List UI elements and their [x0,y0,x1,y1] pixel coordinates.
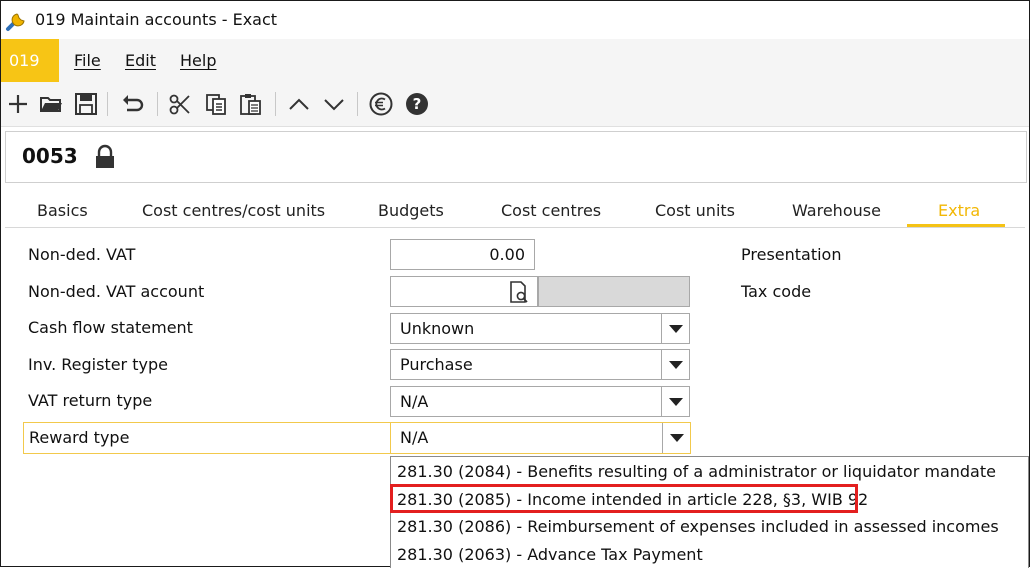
lock-icon [94,144,116,170]
reward-type-select[interactable]: N/A [390,422,691,454]
arrow-down-icon[interactable] [321,91,347,117]
highlight-box [390,484,858,513]
toolbar-divider [275,92,276,116]
non-ded-vat-account-input[interactable] [390,276,538,307]
menu-edit[interactable]: Edit [125,51,156,70]
toolbar-divider [357,92,358,116]
vat-return-label: VAT return type [28,391,153,410]
chevron-down-icon[interactable] [661,387,689,416]
reward-type-label: Reward type [29,428,130,447]
list-item[interactable]: 281.30 (2086) - Reimbursement of expense… [397,517,999,536]
menu-bar: 019 File Edit Help [1,39,1029,82]
menu-help[interactable]: Help [180,51,216,70]
paste-icon[interactable] [238,91,264,117]
vat-return-value: N/A [400,392,429,411]
arrow-up-icon[interactable] [286,91,312,117]
vat-return-select[interactable]: N/A [390,386,690,417]
euro-icon[interactable] [368,91,394,117]
tab-cost-units[interactable]: Cost units [655,201,735,220]
tax-code-label: Tax code [741,282,812,301]
list-item[interactable]: 281.30 (2063) - Advance Tax Payment [397,545,703,564]
chevron-down-icon[interactable] [662,423,690,453]
cash-flow-label: Cash flow statement [28,318,193,337]
toolbar: ? [1,82,1029,127]
record-header: 0053 [5,131,1027,183]
wrench-icon [5,8,29,32]
inv-register-label: Inv. Register type [28,355,168,374]
non-ded-vat-account-description [538,276,690,307]
copy-icon[interactable] [203,91,229,117]
tab-cost-centres-cost-units[interactable]: Cost centres/cost units [142,201,325,220]
menu-file[interactable]: File [74,51,101,70]
cut-icon[interactable] [167,91,193,117]
active-tab-indicator [907,224,1005,227]
non-ded-vat-value: 0.00 [489,245,525,264]
non-ded-vat-input[interactable]: 0.00 [390,239,535,270]
title-bar: 019 Maintain accounts - Exact [1,1,1029,39]
undo-icon[interactable] [120,91,146,117]
tab-basics[interactable]: Basics [37,201,88,220]
inv-register-select[interactable]: Purchase [390,349,690,380]
cash-flow-select[interactable]: Unknown [390,313,690,344]
help-icon[interactable]: ? [404,91,430,117]
inv-register-value: Purchase [400,355,473,374]
open-folder-icon[interactable] [38,91,64,117]
menu-help-label: Help [180,51,217,70]
chevron-down-icon[interactable] [661,350,689,379]
window-title: 019 Maintain accounts - Exact [35,10,278,29]
chevron-down-icon[interactable] [661,314,689,343]
toolbar-divider [107,92,108,116]
svg-text:?: ? [413,95,422,113]
save-icon[interactable] [73,91,99,117]
cash-flow-value: Unknown [400,319,475,338]
non-ded-vat-account-label: Non-ded. VAT account [28,282,205,301]
menu-edit-label: Edit [125,51,156,70]
reward-type-value: N/A [400,428,429,447]
list-item[interactable]: 281.30 (2084) - Benefits resulting of a … [397,462,996,481]
non-ded-vat-label: Non-ded. VAT [28,245,136,264]
presentation-label: Presentation [741,245,842,264]
lookup-search-icon[interactable] [506,279,532,305]
module-badge: 019 [1,39,59,82]
tab-strip-divider [5,227,1025,228]
tab-cost-centres[interactable]: Cost centres [501,201,601,220]
record-number: 0053 [22,144,78,168]
new-icon[interactable] [5,91,31,117]
toolbar-divider [157,92,158,116]
tab-warehouse[interactable]: Warehouse [792,201,881,220]
tab-budgets[interactable]: Budgets [378,201,444,220]
tab-extra[interactable]: Extra [938,201,980,220]
menu-file-label: File [74,51,101,70]
